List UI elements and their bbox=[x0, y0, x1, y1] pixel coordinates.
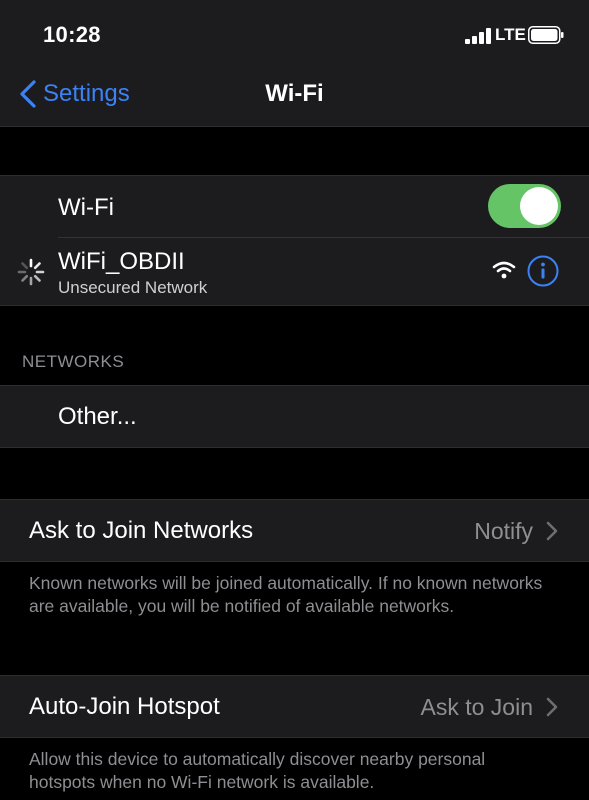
ask-to-join-value: Notify bbox=[474, 518, 533, 544]
ask-to-join-label: Ask to Join Networks bbox=[29, 517, 254, 544]
network-type-label: LTE bbox=[495, 25, 526, 44]
battery-icon bbox=[528, 26, 564, 44]
toggle-knob bbox=[520, 187, 558, 225]
auto-join-hotspot-footnote: Allow this device to automatically disco… bbox=[29, 749, 486, 792]
info-icon[interactable] bbox=[527, 255, 559, 287]
network-security: Unsecured Network bbox=[58, 278, 208, 297]
auto-join-hotspot-label: Auto-Join Hotspot bbox=[29, 693, 220, 720]
wifi-toggle-switch[interactable] bbox=[488, 184, 561, 228]
other-network-row[interactable]: Other... bbox=[0, 385, 589, 448]
current-network-row[interactable]: WiFi_OBDII Unsecured Network bbox=[0, 238, 589, 305]
ask-to-join-footnote: Known networks will be joined automatica… bbox=[29, 573, 543, 616]
cellular-signal-icon bbox=[465, 28, 491, 44]
networks-section-header: NETWORKS bbox=[22, 352, 125, 371]
loading-spinner-icon bbox=[17, 258, 45, 286]
ask-to-join-row[interactable]: Ask to Join Networks Notify bbox=[0, 499, 589, 562]
page-title: Wi-Fi bbox=[265, 80, 324, 107]
wifi-toggle-label: Wi-Fi bbox=[58, 194, 114, 221]
chevron-right-icon bbox=[546, 521, 558, 541]
other-network-label: Other... bbox=[58, 403, 137, 430]
status-time: 10:28 bbox=[43, 22, 101, 47]
chevron-right-icon bbox=[546, 697, 558, 717]
wifi-signal-icon bbox=[492, 261, 516, 279]
network-name: WiFi_OBDII bbox=[58, 248, 185, 275]
auto-join-hotspot-row[interactable]: Auto-Join Hotspot Ask to Join bbox=[0, 675, 589, 738]
auto-join-hotspot-value: Ask to Join bbox=[420, 694, 534, 720]
